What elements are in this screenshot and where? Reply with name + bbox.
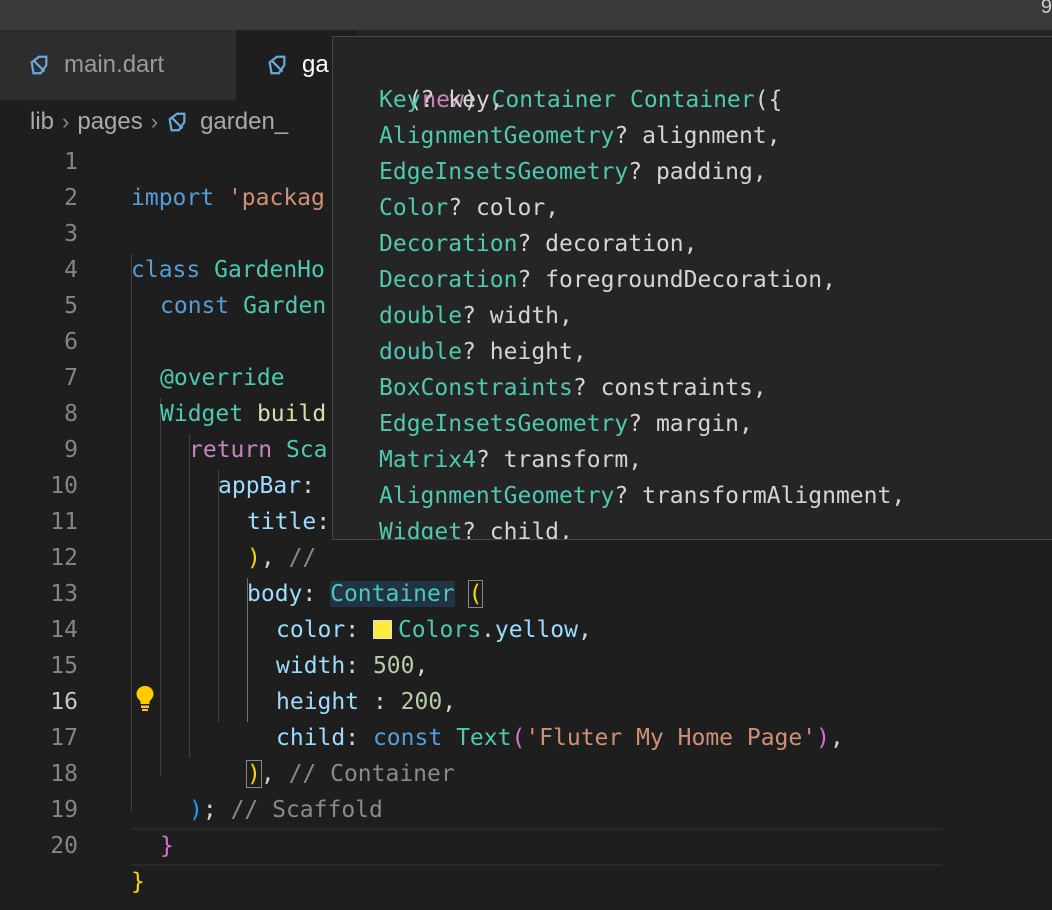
breadcrumb: lib › pages › garden_	[30, 100, 288, 144]
popup-param-name: ? constraints,	[572, 375, 767, 401]
popup-param-type: AlignmentGeometry	[379, 483, 615, 509]
popup-param-type: Decoration	[379, 231, 518, 257]
line-number: 16	[50, 689, 78, 715]
line-number: 18	[50, 761, 78, 787]
line-number: 19	[50, 797, 78, 823]
breadcrumb-file[interactable]: garden_	[200, 108, 288, 136]
code-token: }	[131, 869, 145, 895]
popup-param-name: ? foregroundDecoration,	[517, 267, 836, 293]
popup-token	[616, 87, 630, 113]
line-number: 8	[64, 401, 78, 427]
popup-param-type: Matrix4	[379, 447, 476, 473]
popup-param-name: ? decoration,	[517, 231, 698, 257]
popup-param-name: ? color,	[448, 195, 560, 221]
line-number: 5	[64, 293, 78, 319]
popup-param-name: ? margin,	[628, 411, 753, 437]
line-number: 3	[64, 221, 78, 247]
line-number: 14	[50, 617, 78, 643]
popup-param-name: ? key,	[420, 87, 504, 113]
popup-param-type: Decoration	[379, 267, 518, 293]
line-number: 7	[64, 365, 78, 391]
popup-param-type: double	[379, 339, 463, 365]
window-titlebar: 9	[0, 0, 1052, 30]
popup-param-type: BoxConstraints	[379, 375, 573, 401]
popup-param-name: ? transformAlignment,	[614, 483, 906, 509]
dart-file-icon	[30, 55, 48, 75]
tab-label: ga	[302, 51, 329, 78]
line-number: 4	[64, 257, 78, 283]
breadcrumb-pages[interactable]: pages	[77, 108, 142, 136]
line-number: 2	[64, 185, 78, 211]
line-number: 13	[50, 581, 78, 607]
tab-main-dart[interactable]: main.dart	[0, 30, 236, 100]
popup-param-name: ? transform,	[475, 447, 643, 473]
breadcrumb-chevron-icon: ›	[62, 109, 70, 134]
breadcrumb-chevron-icon: ›	[150, 109, 159, 134]
popup-param-type: EdgeInsetsGeometry	[379, 411, 629, 437]
popup-param-type: Color	[379, 195, 449, 221]
popup-token: ({	[754, 87, 783, 113]
popup-param-type: EdgeInsetsGeometry	[379, 159, 629, 185]
line-number: 11	[50, 509, 78, 535]
line-number: 20	[50, 833, 78, 859]
dart-file-icon	[268, 55, 286, 75]
line-number: 1	[64, 149, 78, 175]
titlebar-corner-text: 9	[1040, 0, 1052, 14]
tab-label: main.dart	[64, 51, 165, 78]
popup-param-name: ? alignment,	[614, 123, 781, 149]
popup-param-type: Widget	[379, 519, 463, 540]
line-number: 12	[50, 545, 78, 571]
hover-signature-popup[interactable]: (new) Container Container({ Key? key, Al…	[332, 36, 1052, 540]
popup-param-type: AlignmentGeometry	[379, 123, 615, 149]
line-number: 15	[50, 653, 78, 679]
line-number: 10	[50, 473, 78, 499]
line-number: 9	[64, 437, 78, 463]
popup-param-name: ? width,	[462, 303, 573, 329]
line-number: 17	[50, 725, 78, 751]
popup-param-name: ? padding,	[628, 159, 767, 185]
popup-param-type: double	[379, 303, 463, 329]
breadcrumb-lib[interactable]: lib	[30, 108, 54, 136]
popup-param-name: ? child,	[462, 519, 573, 540]
lightbulb-icon[interactable]	[134, 684, 156, 712]
popup-param-type: Key	[379, 87, 421, 113]
popup-param-name: ? height,	[462, 339, 587, 365]
line-number: 6	[64, 329, 78, 355]
popup-token: Container	[491, 87, 617, 113]
dart-file-icon	[168, 112, 186, 132]
popup-token: Container	[630, 87, 755, 113]
